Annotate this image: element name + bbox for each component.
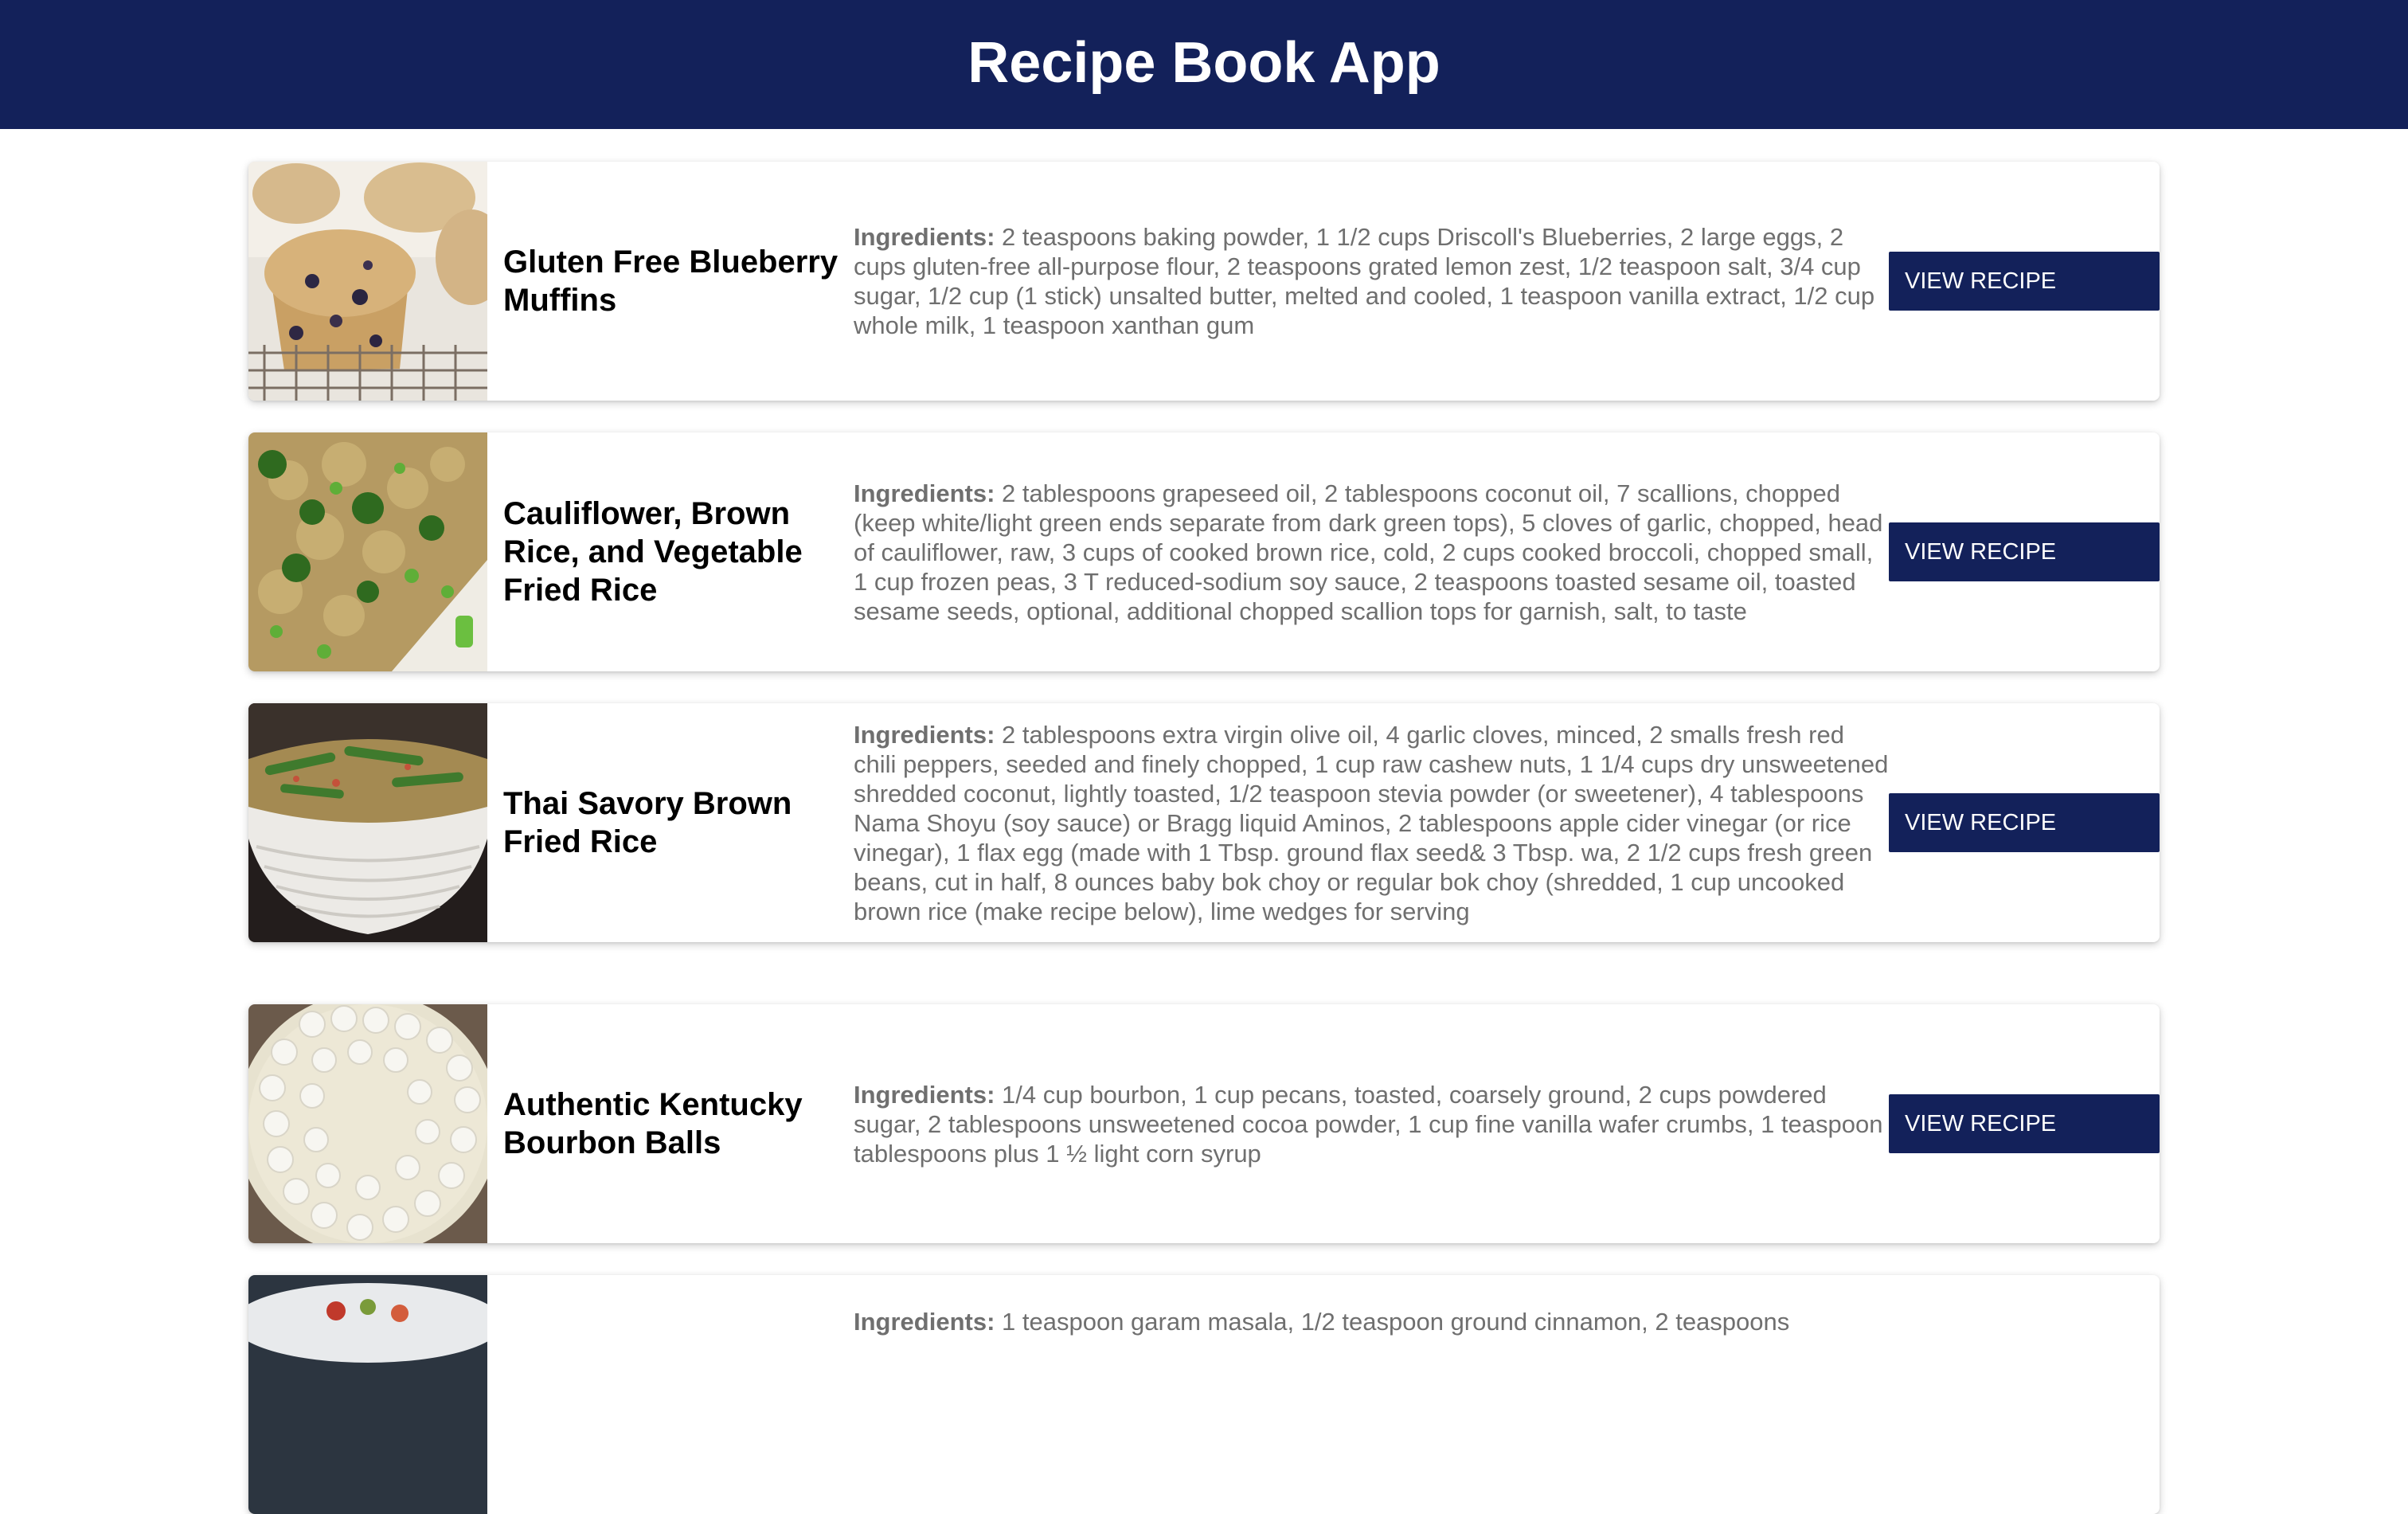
recipe-card: Authentic Kentucky Bourbon Balls Ingredi… xyxy=(248,1004,2160,1243)
recipe-ingredients: Ingredients: 2 teaspoons baking powder, … xyxy=(854,162,1889,401)
view-recipe-button[interactable]: VIEW RECIPE xyxy=(1889,1094,2160,1153)
recipe-ingredients: Ingredients: 1 teaspoon garam masala, 1/… xyxy=(854,1275,1889,1514)
view-recipe-button[interactable]: VIEW RECIPE xyxy=(1889,252,2160,311)
recipe-title: Gluten Free Blueberry Muffins xyxy=(503,245,838,318)
ingredients-text: 1/4 cup bourbon, 1 cup pecans, toasted, … xyxy=(854,1080,1883,1168)
recipe-image xyxy=(248,703,487,942)
ingredients-text: 2 teaspoons baking powder, 1 1/2 cups Dr… xyxy=(854,223,1875,339)
recipe-title: Thai Savory Brown Fried Rice xyxy=(503,786,792,859)
blueberry-muffin-photo xyxy=(248,162,487,401)
ingredients-label: Ingredients: xyxy=(854,720,995,749)
recipe-card: Gluten Free Blueberry Muffins Ingredient… xyxy=(248,162,2160,401)
ingredients-text: 2 tablespoons grapeseed oil, 2 tablespoo… xyxy=(854,479,1883,625)
ingredients-label: Ingredients: xyxy=(854,223,995,251)
app-header: Recipe Book App xyxy=(0,0,2408,129)
recipe-title xyxy=(503,1275,854,1514)
ingredients-label: Ingredients: xyxy=(854,1080,995,1109)
recipe-ingredients: Ingredients: 2 tablespoons extra virgin … xyxy=(854,703,1889,942)
recipe-card: Thai Savory Brown Fried Rice Ingredients… xyxy=(248,703,2160,942)
bourbon-balls-photo xyxy=(248,1004,487,1243)
recipe-image xyxy=(248,1004,487,1243)
recipe-image xyxy=(248,432,487,671)
ingredients-label: Ingredients: xyxy=(854,479,995,507)
recipe-card: Cauliflower, Brown Rice, and Vegetable F… xyxy=(248,432,2160,671)
recipe-image xyxy=(248,162,487,401)
fried-rice-photo xyxy=(248,432,487,671)
view-recipe-button[interactable]: VIEW RECIPE xyxy=(1889,522,2160,581)
ingredients-text: 2 tablespoons extra virgin olive oil, 4 … xyxy=(854,720,1889,925)
recipe-title: Authentic Kentucky Bourbon Balls xyxy=(503,1087,803,1160)
recipe-ingredients: Ingredients: 2 tablespoons grapeseed oil… xyxy=(854,432,1889,671)
recipe-image xyxy=(248,1275,487,1514)
recipe-card: Ingredients: 1 teaspoon garam masala, 1/… xyxy=(248,1275,2160,1514)
recipe-ingredients: Ingredients: 1/4 cup bourbon, 1 cup peca… xyxy=(854,1004,1889,1243)
view-recipe-button[interactable]: VIEW RECIPE xyxy=(1889,793,2160,852)
page-title: Recipe Book App xyxy=(968,31,1440,95)
recipe-title: Cauliflower, Brown Rice, and Vegetable F… xyxy=(503,496,803,608)
rice-bowl-photo xyxy=(248,703,487,942)
salad-plate-photo xyxy=(248,1275,487,1514)
